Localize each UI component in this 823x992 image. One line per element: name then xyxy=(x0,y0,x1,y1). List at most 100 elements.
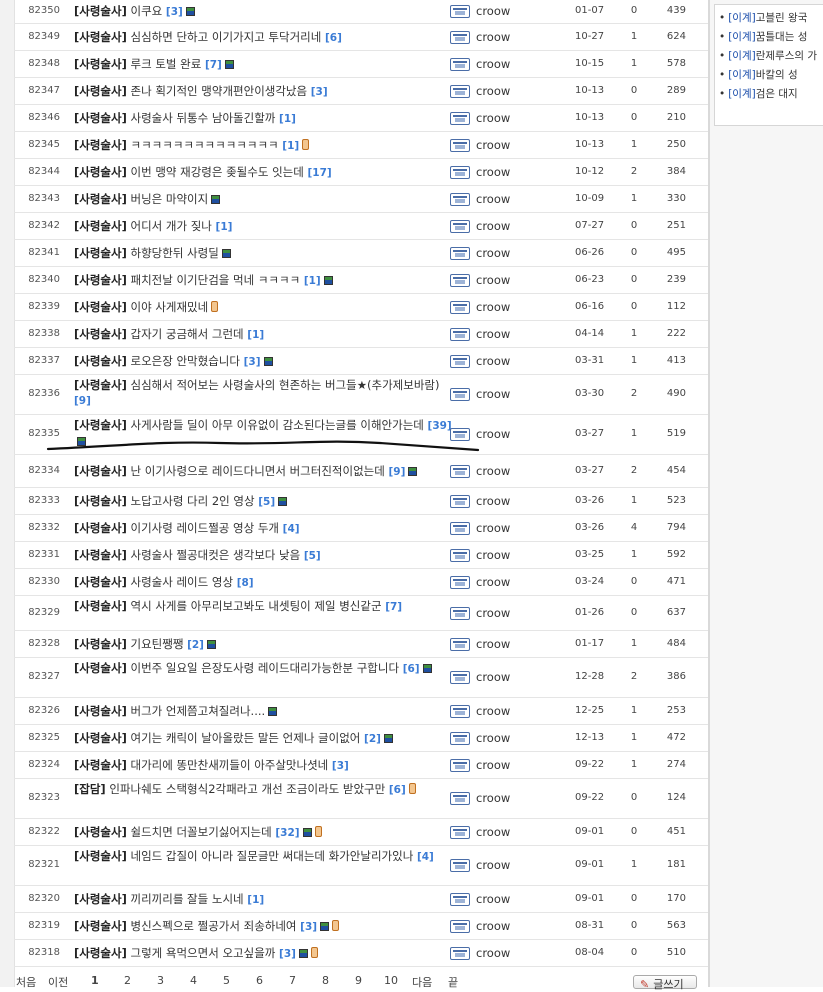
page-link-8[interactable]: 8 xyxy=(322,974,329,987)
page-link-7[interactable]: 7 xyxy=(289,974,296,987)
comment-count[interactable]: [1] xyxy=(247,894,264,906)
post-subject-link[interactable]: [사령술사] 기요틴쨍쨍 [2] xyxy=(74,637,452,653)
post-subject-link[interactable]: [사령술사] 쉴드치면 더꼴보기싫어지는데 [32] xyxy=(74,825,452,841)
author-nickname[interactable]: croow xyxy=(476,670,510,684)
comment-count[interactable]: [3] xyxy=(332,760,349,772)
page-link-2[interactable]: 2 xyxy=(124,974,131,987)
page-last-link[interactable]: 끝 xyxy=(448,974,458,990)
page-link-1[interactable]: 1 xyxy=(91,974,99,987)
sidebar-item[interactable]: • [이계]바칼의 성 xyxy=(719,67,798,82)
post-subject-link[interactable]: [사령술사] 병신스펙으로 쩔공가서 죄송하네여 [3] xyxy=(74,919,452,935)
comment-count[interactable]: [3] xyxy=(244,356,261,368)
author-nickname[interactable]: croow xyxy=(476,57,510,71)
comment-count[interactable]: [1] xyxy=(282,140,299,152)
post-subject-link[interactable]: [사령술사] 심심해서 적어보는 사령술사의 현존하는 버그들★(추가제보바람)… xyxy=(74,378,452,409)
author-nickname[interactable]: croow xyxy=(476,84,510,98)
post-subject-link[interactable]: [사령술사] 심심하면 단하고 이기가지고 투닥거리네 [6] xyxy=(74,30,452,46)
author-nickname[interactable]: croow xyxy=(476,354,510,368)
comment-count[interactable]: [1] xyxy=(247,329,264,341)
author-nickname[interactable]: croow xyxy=(476,4,510,18)
comment-count[interactable]: [5] xyxy=(304,550,321,562)
author-nickname[interactable]: croow xyxy=(476,637,510,651)
comment-count[interactable]: [32] xyxy=(275,827,299,839)
comment-count[interactable]: [4] xyxy=(283,523,300,535)
author-nickname[interactable]: croow xyxy=(476,387,510,401)
author-nickname[interactable]: croow xyxy=(476,300,510,314)
post-subject-link[interactable]: [사령술사] 역시 사게를 아무리보고봐도 내셋팅이 제일 병신같군 [7] xyxy=(74,599,452,615)
comment-count[interactable]: [6] xyxy=(325,32,342,44)
post-subject-link[interactable]: [사령술사] 로오은장 안막혔습니다 [3] xyxy=(74,354,452,370)
author-nickname[interactable]: croow xyxy=(476,192,510,206)
post-subject-link[interactable]: [사령술사] 이번주 일요일 은장도사령 레이드대리가능한분 구합니다 [6] xyxy=(74,661,452,677)
comment-count[interactable]: [39] xyxy=(428,420,452,432)
post-subject-link[interactable]: [사령술사] 패치전날 이기단검을 먹네 ㅋㅋㅋㅋ [1] xyxy=(74,273,452,289)
post-subject-link[interactable]: [사령술사] 난 이기사령으로 레이드다니면서 버그터진적이없는데 [9] xyxy=(74,464,452,480)
post-subject-link[interactable]: [사령술사] 이야 사게재밌네 xyxy=(74,300,452,315)
author-nickname[interactable]: croow xyxy=(476,892,510,906)
comment-count[interactable]: [5] xyxy=(258,496,275,508)
comment-count[interactable]: [17] xyxy=(307,167,331,179)
comment-count[interactable]: [2] xyxy=(187,639,204,651)
author-nickname[interactable]: croow xyxy=(476,858,510,872)
post-subject-link[interactable]: [사령술사] 끼리끼리를 잘들 노시네 [1] xyxy=(74,892,452,908)
post-subject-link[interactable]: [사령술사] 여기는 캐릭이 날아올랐든 말든 언제나 글이없어 [2] xyxy=(74,731,452,747)
author-nickname[interactable]: croow xyxy=(476,704,510,718)
post-subject-link[interactable]: [사령술사] 노답고사령 다리 2인 영상 [5] xyxy=(74,494,452,510)
comment-count[interactable]: [3] xyxy=(300,921,317,933)
post-subject-link[interactable]: [사령술사] 사령술사 쩔공대컷은 생각보다 낮음 [5] xyxy=(74,548,452,564)
page-prev-link[interactable]: 이전 xyxy=(48,974,68,990)
post-subject-link[interactable]: [사령술사] 이기사령 레이드쩔공 영상 두개 [4] xyxy=(74,521,452,537)
post-subject-link[interactable]: [사령술사] 이번 맹약 재강령은 좆될수도 잇는데 [17] xyxy=(74,165,452,181)
comment-count[interactable]: [4] xyxy=(417,851,434,863)
post-subject-link[interactable]: [사령술사] 버그가 언제쯤고쳐질려나.... xyxy=(74,704,452,719)
comment-count[interactable]: [3] xyxy=(166,6,183,18)
comment-count[interactable]: [9] xyxy=(74,395,91,407)
post-subject-link[interactable]: [사령술사] 이쿠요 [3] xyxy=(74,4,452,20)
sidebar-item[interactable]: • [이계]란제루스의 가 xyxy=(719,48,817,63)
author-nickname[interactable]: croow xyxy=(476,758,510,772)
comment-count[interactable]: [3] xyxy=(279,948,296,960)
comment-count[interactable]: [2] xyxy=(364,733,381,745)
author-nickname[interactable]: croow xyxy=(476,464,510,478)
post-subject-link[interactable]: [사령술사] 그렇게 욕먹으면서 오고싶을까 [3] xyxy=(74,946,452,962)
post-subject-link[interactable]: [사령술사] 하향당한뒤 사령딜 xyxy=(74,246,452,261)
comment-count[interactable]: [9] xyxy=(388,466,405,478)
post-subject-link[interactable]: [잡담] 인파나쉐도 스택형식2각패라고 개선 조금이라도 받았구만 [6] xyxy=(74,782,452,798)
author-nickname[interactable]: croow xyxy=(476,825,510,839)
author-nickname[interactable]: croow xyxy=(476,327,510,341)
post-subject-link[interactable]: [사령술사] 루크 토벌 완료 [7] xyxy=(74,57,452,73)
author-nickname[interactable]: croow xyxy=(476,575,510,589)
author-nickname[interactable]: croow xyxy=(476,919,510,933)
author-nickname[interactable]: croow xyxy=(476,521,510,535)
post-subject-link[interactable]: [사령술사] 네임드 갑질이 아니라 질문글만 써대는데 화가안날리가있나 [4… xyxy=(74,849,452,865)
comment-count[interactable]: [8] xyxy=(237,577,254,589)
sidebar-item[interactable]: • [이계]고블린 왕국 xyxy=(719,10,807,25)
page-link-5[interactable]: 5 xyxy=(223,974,230,987)
post-subject-link[interactable]: [사령술사] 대가리에 똥만찬새끼들이 아주살맛나셧네 [3] xyxy=(74,758,452,774)
comment-count[interactable]: [6] xyxy=(389,784,406,796)
post-subject-link[interactable]: [사령술사] 사령술사 뒤통수 남아돌긴할까 [1] xyxy=(74,111,452,127)
author-nickname[interactable]: croow xyxy=(476,494,510,508)
page-next-link[interactable]: 다음 xyxy=(412,974,432,990)
author-nickname[interactable]: croow xyxy=(476,219,510,233)
comment-count[interactable]: [7] xyxy=(205,59,222,71)
page-link-10[interactable]: 10 xyxy=(384,974,398,987)
author-nickname[interactable]: croow xyxy=(476,548,510,562)
author-nickname[interactable]: croow xyxy=(476,273,510,287)
author-nickname[interactable]: croow xyxy=(476,138,510,152)
post-subject-link[interactable]: [사령술사] 버닝은 마약이지 xyxy=(74,192,452,207)
post-subject-link[interactable]: [사령술사] ㅋㅋㅋㅋㅋㅋㅋㅋㅋㅋㅋㅋㅋㅋ [1] xyxy=(74,138,452,154)
comment-count[interactable]: [1] xyxy=(216,221,233,233)
post-subject-link[interactable]: [사령술사] 갑자기 궁금해서 그런데 [1] xyxy=(74,327,452,343)
sidebar-item[interactable]: • [이계]검은 대지 xyxy=(719,86,798,101)
author-nickname[interactable]: croow xyxy=(476,791,510,805)
post-subject-link[interactable]: [사령술사] 존나 획기적인 맹약개편안이생각났음 [3] xyxy=(74,84,452,100)
page-first-link[interactable]: 처음 xyxy=(16,974,36,990)
page-link-9[interactable]: 9 xyxy=(355,974,362,987)
author-nickname[interactable]: croow xyxy=(476,731,510,745)
page-link-6[interactable]: 6 xyxy=(256,974,263,987)
comment-count[interactable]: [1] xyxy=(304,275,321,287)
comment-count[interactable]: [7] xyxy=(385,601,402,613)
author-nickname[interactable]: croow xyxy=(476,427,510,441)
comment-count[interactable]: [3] xyxy=(311,86,328,98)
